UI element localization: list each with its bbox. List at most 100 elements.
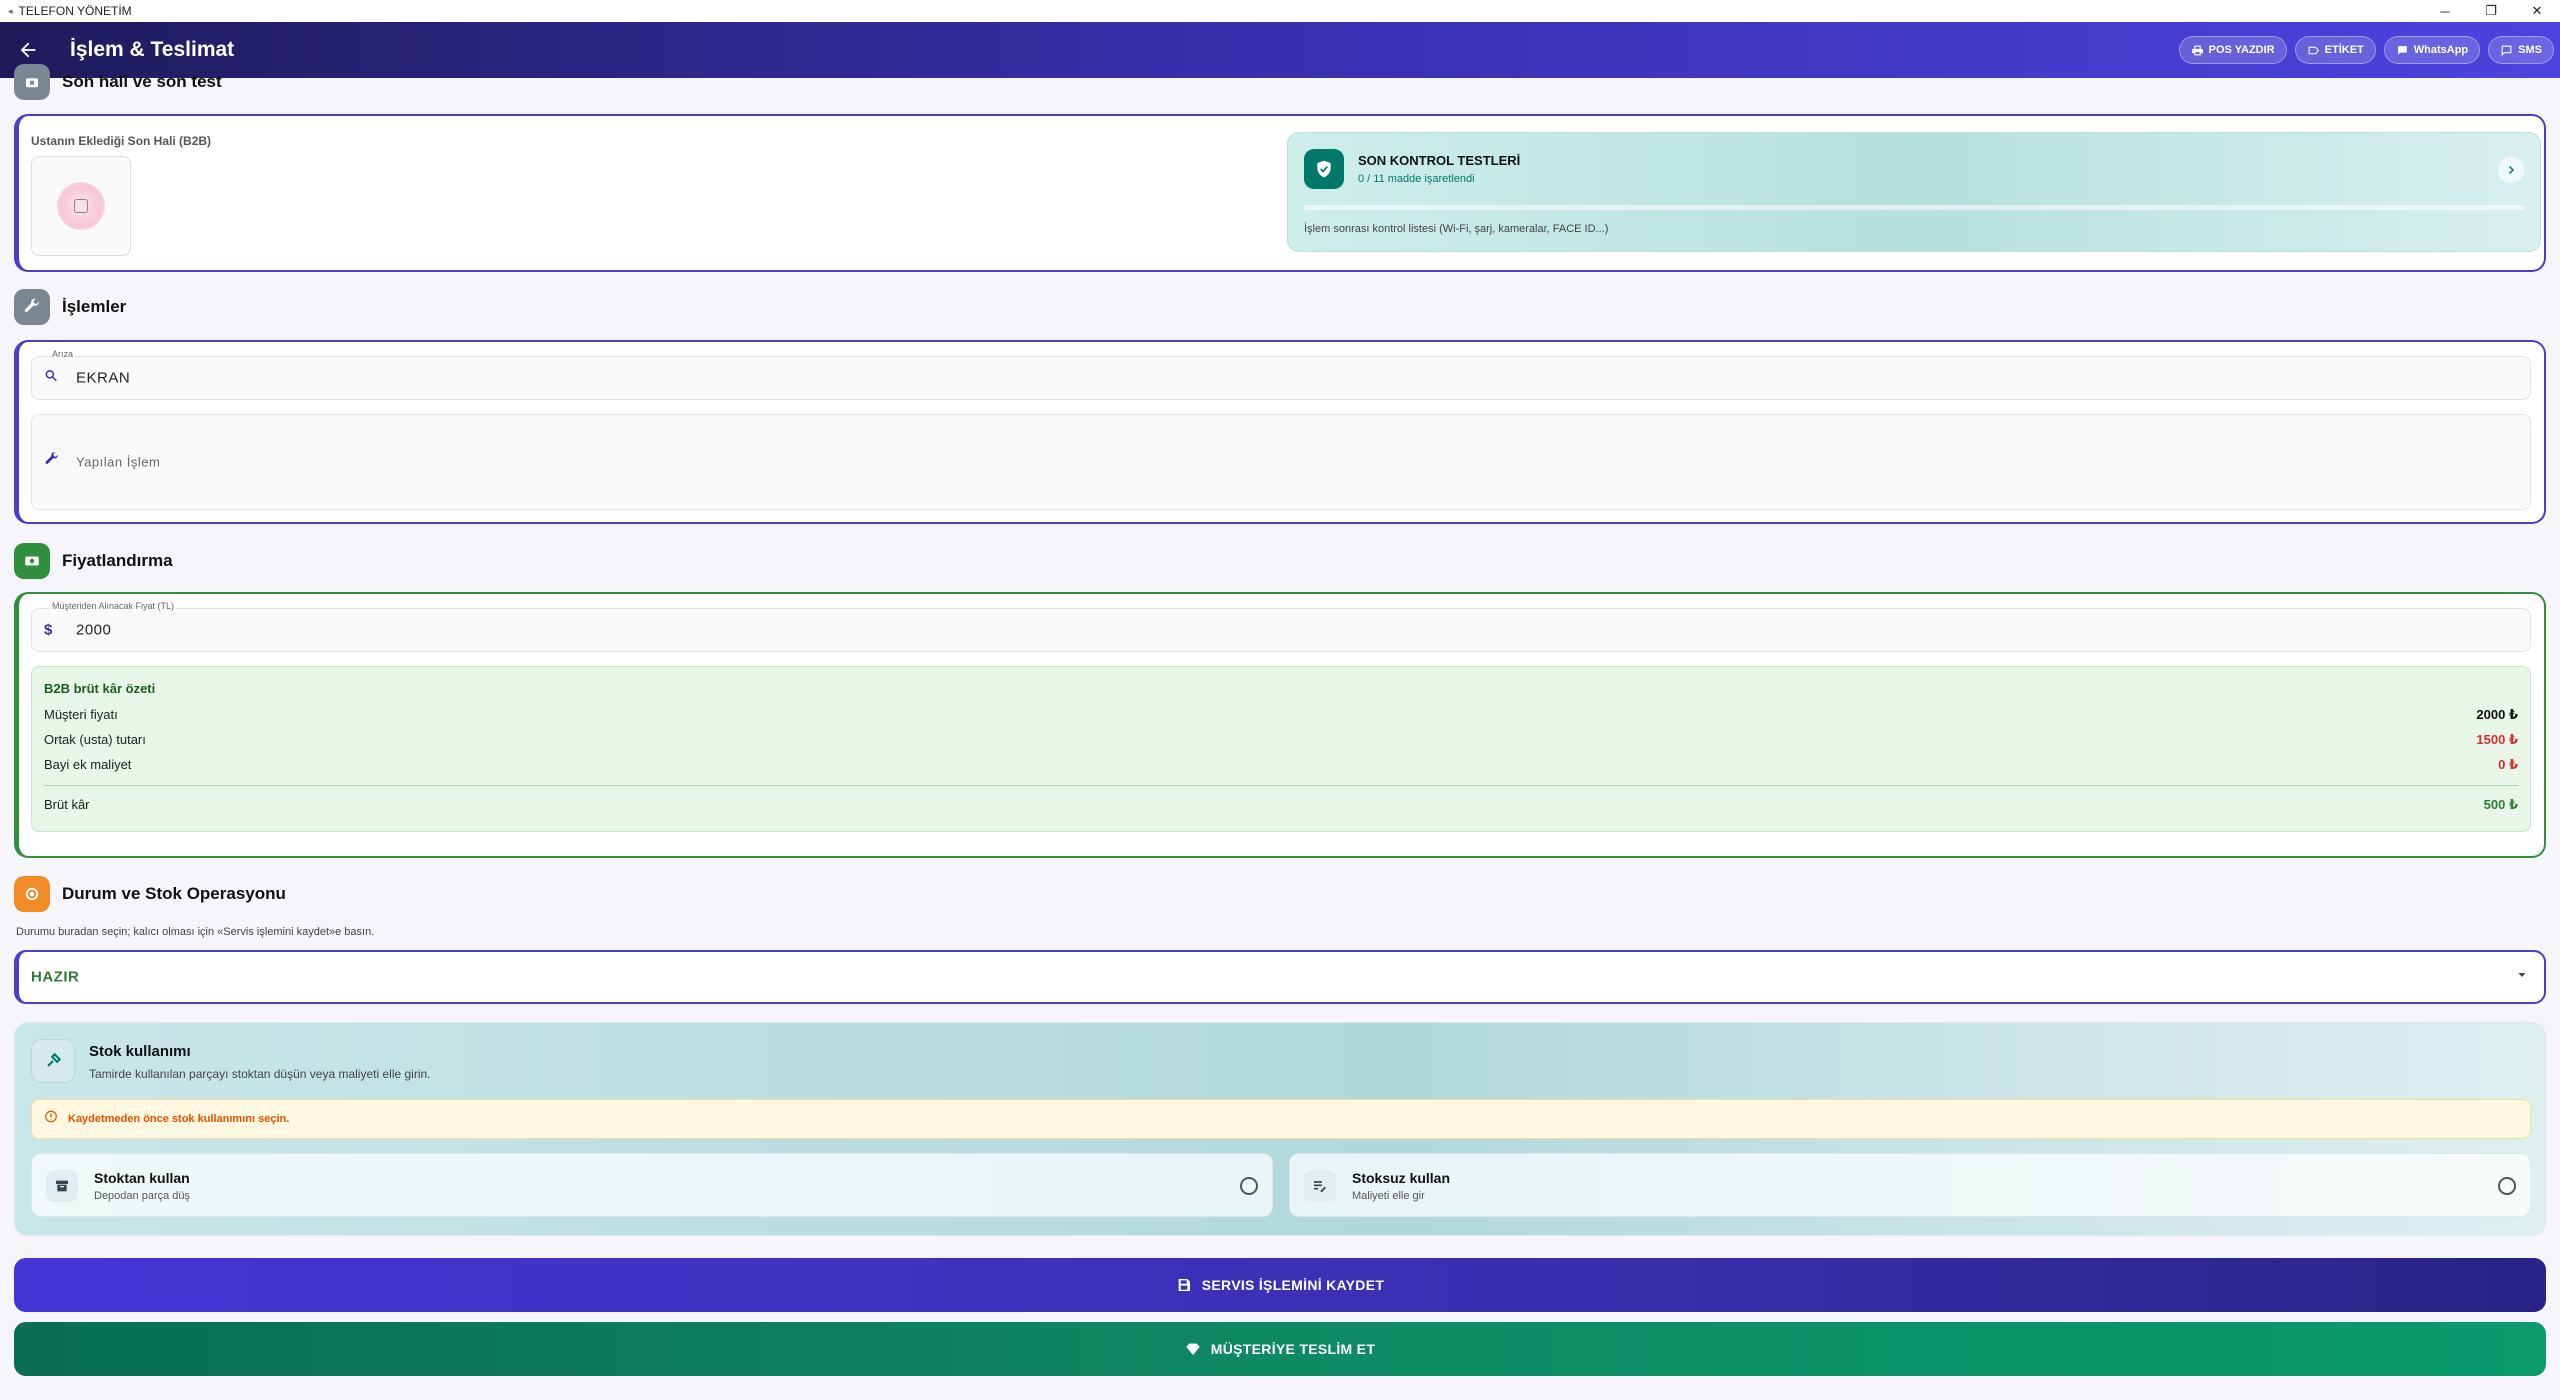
deliver-to-customer-button[interactable]: MÜŞTERİYE TESLİM ET — [14, 1322, 2546, 1376]
control-description: İşlem sonrası kontrol listesi (Wi-Fi, şa… — [1304, 223, 1609, 235]
warning-text: Kaydetmeden önce stok kullanımını seçin. — [68, 1113, 290, 1125]
summary-row-musteri: Müşteri fiyatı 2000 ₺ — [44, 707, 2518, 723]
pos-print-label: POS YAZDIR — [2208, 44, 2275, 56]
status-icon — [14, 876, 50, 912]
chevron-right-icon[interactable] — [2498, 157, 2524, 183]
image-label: Ustanın Eklediği Son Hali (B2B) — [31, 134, 212, 148]
control-subtitle: 0 / 11 madde işaretlendi — [1358, 173, 1475, 185]
section-head-fiyat: Fiyatlandırma — [14, 543, 173, 579]
yapilan-islem-field[interactable]: Yapılan İşlem — [31, 414, 2531, 510]
section-title: Fiyatlandırma — [62, 551, 173, 570]
son-hali-card: Ustanın Eklediği Son Hali (B2B) SON KONT… — [14, 114, 2546, 272]
option-subtitle: Depodan parça düş — [94, 1190, 191, 1202]
price-field[interactable]: Müşteriden Alınacak Fiyat (TL) $ 2000 — [31, 601, 2531, 652]
deliver-label: MÜŞTERİYE TESLİM ET — [1210, 1341, 1376, 1357]
row-label: Bayi ek maliyet — [44, 757, 132, 772]
label-button[interactable]: ETİKET — [2294, 36, 2376, 64]
row-value: 2000 ₺ — [2476, 707, 2518, 722]
option-title: Stoksuz kullan — [1352, 1170, 1451, 1186]
sms-label: SMS — [2518, 44, 2542, 56]
row-label: Ortak (usta) tutarı — [44, 732, 146, 747]
section-head-son-hali: Son hali ve son test — [14, 64, 222, 100]
control-title: SON KONTROL TESTLERİ — [1358, 153, 1521, 168]
status-hint: Durumu buradan seçin; kalıcı olması için… — [16, 926, 375, 938]
ariza-value: EKRAN — [76, 369, 131, 387]
total-value: 500 ₺ — [2483, 797, 2518, 812]
summary-row-bayi: Bayi ek maliyet 0 ₺ — [44, 757, 2518, 773]
pos-print-button[interactable]: POS YAZDIR — [2178, 36, 2287, 64]
window-title: TELEFON YÖNETİM — [18, 4, 132, 18]
final-state-thumbnail[interactable] — [31, 156, 131, 256]
row-value: 1500 ₺ — [2476, 732, 2518, 747]
option-subtitle: Maliyeti elle gir — [1352, 1190, 1425, 1202]
save-service-button[interactable]: SERVIS İŞLEMİNİ KAYDET — [14, 1258, 2546, 1312]
wrench-icon — [14, 289, 50, 325]
profit-summary: B2B brüt kâr özeti Müşteri fiyatı 2000 ₺… — [31, 666, 2531, 832]
edit-list-icon — [1304, 1170, 1336, 1202]
save-label: SERVIS İŞLEMİNİ KAYDET — [1201, 1277, 1385, 1293]
control-progress-bar — [1304, 205, 2524, 210]
status-select[interactable]: HAZIR — [14, 950, 2546, 1004]
price-value: 2000 — [76, 621, 112, 639]
chevron-down-icon — [2516, 968, 2528, 986]
stock-warning: Kaydetmeden önce stok kullanımını seçin. — [31, 1099, 2531, 1139]
yapilan-islem-placeholder: Yapılan İşlem — [76, 454, 161, 470]
option-stoksuz-kullan[interactable]: Stoksuz kullan Maliyeti elle gir — [1289, 1153, 2531, 1217]
camera-icon — [14, 64, 50, 100]
stock-title: Stok kullanımı — [89, 1043, 191, 1060]
wrench-icon — [44, 452, 60, 473]
main-content: Son hali ve son test Ustanın Eklediği So… — [0, 64, 2560, 1400]
total-label: Brüt kâr — [44, 797, 90, 812]
section-head-islemler: İşlemler — [14, 289, 126, 325]
islemler-card: Arıza EKRAN Yapılan İşlem — [14, 340, 2546, 524]
radio-button[interactable] — [1240, 1177, 1258, 1195]
whatsapp-button[interactable]: WhatsApp — [2383, 36, 2481, 64]
stock-usage-panel: Stok kullanımı Tamirde kullanılan parçay… — [14, 1022, 2546, 1236]
app-header: İşlem & Teslimat POS YAZDIR ETİKET Whats… — [0, 22, 2560, 78]
app-logo-icon: ◂ — [8, 5, 13, 16]
label-icon — [2308, 46, 2319, 54]
sms-button[interactable]: SMS — [2488, 36, 2554, 64]
printer-icon — [2191, 45, 2203, 55]
arrow-left-icon — [20, 42, 36, 58]
chat-icon — [2397, 45, 2407, 55]
section-title: İşlemler — [62, 297, 127, 316]
diamond-icon — [1186, 1343, 1200, 1355]
section-title: Son hali ve son test — [62, 72, 222, 91]
option-title: Stoktan kullan — [94, 1170, 190, 1186]
close-window-button[interactable]: ✕ — [2514, 0, 2560, 22]
section-title: Durum ve Stok Operasyonu — [62, 884, 286, 903]
section-head-durum: Durum ve Stok Operasyonu — [14, 876, 286, 912]
whatsapp-label: WhatsApp — [2413, 44, 2469, 56]
summary-row-ortak: Ortak (usta) tutarı 1500 ₺ — [44, 732, 2518, 748]
save-icon — [1178, 1279, 1190, 1291]
page-title: İşlem & Teslimat — [70, 38, 235, 61]
inventory-icon — [46, 1170, 78, 1202]
final-control-tests-card[interactable]: SON KONTROL TESTLERİ 0 / 11 madde işaret… — [1287, 132, 2541, 252]
stock-subtitle: Tamirde kullanılan parçayı stoktan düşün… — [89, 1067, 431, 1081]
sms-icon — [2501, 45, 2512, 56]
search-icon — [44, 369, 58, 388]
status-value: HAZIR — [31, 968, 80, 986]
info-icon — [44, 1110, 58, 1129]
ariza-label: Arıza — [50, 349, 76, 359]
radio-button[interactable] — [2498, 1177, 2516, 1195]
summary-title: B2B brüt kâr özeti — [44, 681, 156, 696]
option-stoktan-kullan[interactable]: Stoktan kullan Depodan parça düş — [31, 1153, 1273, 1217]
divider — [44, 785, 2518, 786]
summary-row-total: Brüt kâr 500 ₺ — [44, 797, 2518, 813]
money-icon — [14, 543, 50, 579]
fiyat-card: Müşteriden Alınacak Fiyat (TL) $ 2000 B2… — [14, 592, 2546, 858]
row-label: Müşteri fiyatı — [44, 707, 118, 722]
ariza-field[interactable]: Arıza EKRAN — [31, 349, 2531, 400]
label-button-label: ETİKET — [2324, 44, 2364, 56]
window-titlebar: ◂ TELEFON YÖNETİM ─ ❐ ✕ — [0, 0, 2560, 22]
dollar-icon: $ — [44, 621, 53, 639]
minimize-button[interactable]: ─ — [2422, 0, 2468, 22]
stock-tool-icon — [31, 1039, 75, 1083]
image-placeholder-icon — [57, 182, 105, 230]
price-label: Müşteriden Alınacak Fiyat (TL) — [50, 601, 177, 611]
row-value: 0 ₺ — [2498, 757, 2518, 772]
shield-check-icon — [1304, 149, 1344, 189]
restore-button[interactable]: ❐ — [2468, 0, 2514, 22]
